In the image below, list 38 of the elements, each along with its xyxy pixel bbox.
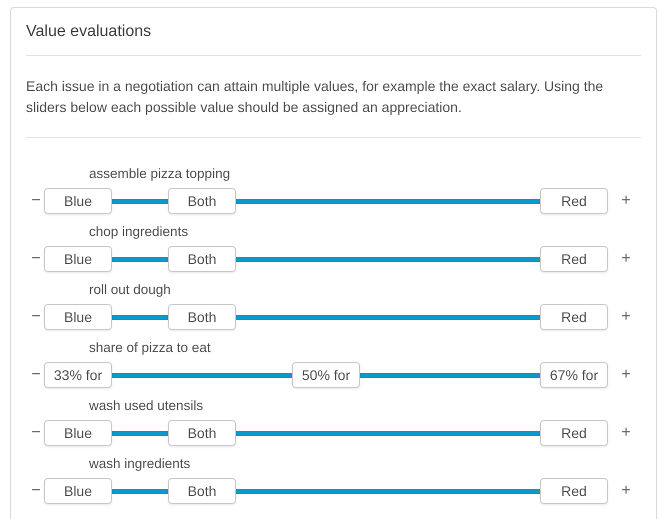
issue-label: roll out dough bbox=[89, 281, 171, 299]
slider-handle[interactable]: Blue bbox=[44, 188, 112, 214]
increase-button[interactable]: + bbox=[620, 481, 632, 501]
slider-handle[interactable]: Blue bbox=[44, 420, 112, 446]
slider-handle[interactable]: 33% for bbox=[44, 362, 112, 388]
slider-handle[interactable]: Both bbox=[168, 246, 236, 272]
slider-handle[interactable]: Blue bbox=[44, 478, 112, 504]
increase-button[interactable]: + bbox=[620, 191, 632, 211]
issue-label: wash ingredients bbox=[89, 455, 190, 473]
slider-handle[interactable]: Red bbox=[540, 188, 608, 214]
issue-label: share of pizza to eat bbox=[89, 339, 211, 357]
slider-handle[interactable]: 50% for bbox=[292, 362, 360, 388]
slider-handle[interactable]: Both bbox=[168, 478, 236, 504]
increase-button[interactable]: + bbox=[620, 423, 632, 443]
slider-handle[interactable]: Red bbox=[540, 478, 608, 504]
slider-handle[interactable]: Both bbox=[168, 304, 236, 330]
slider-handle[interactable]: Blue bbox=[44, 304, 112, 330]
slider-handle[interactable]: Red bbox=[540, 246, 608, 272]
increase-button[interactable]: + bbox=[620, 365, 632, 385]
slider-handle[interactable]: Red bbox=[540, 304, 608, 330]
issue-label: wash used utensils bbox=[89, 397, 204, 415]
issue-label: assemble pizza topping bbox=[89, 165, 230, 183]
increase-button[interactable]: + bbox=[620, 307, 632, 327]
decrease-button[interactable]: − bbox=[30, 191, 42, 211]
slider-handle[interactable]: Blue bbox=[44, 246, 112, 272]
decrease-button[interactable]: − bbox=[30, 307, 42, 327]
slider-handle[interactable]: Both bbox=[168, 188, 236, 214]
decrease-button[interactable]: − bbox=[30, 481, 42, 501]
issue-label: chop ingredients bbox=[89, 223, 188, 241]
slider-handle[interactable]: Red bbox=[540, 420, 608, 446]
decrease-button[interactable]: − bbox=[30, 423, 42, 443]
decrease-button[interactable]: − bbox=[30, 249, 42, 269]
slider-handle[interactable]: Both bbox=[168, 420, 236, 446]
panel-title: Value evaluations bbox=[26, 8, 641, 56]
decrease-button[interactable]: − bbox=[30, 365, 42, 385]
description: Each issue in a negotiation can attain multiple values, for example the exact salary. Using the sliders below each possible value should be assigned an appreciation. bbox=[26, 56, 641, 138]
increase-button[interactable]: + bbox=[620, 249, 632, 269]
slider-handle[interactable]: 67% for bbox=[540, 362, 608, 388]
